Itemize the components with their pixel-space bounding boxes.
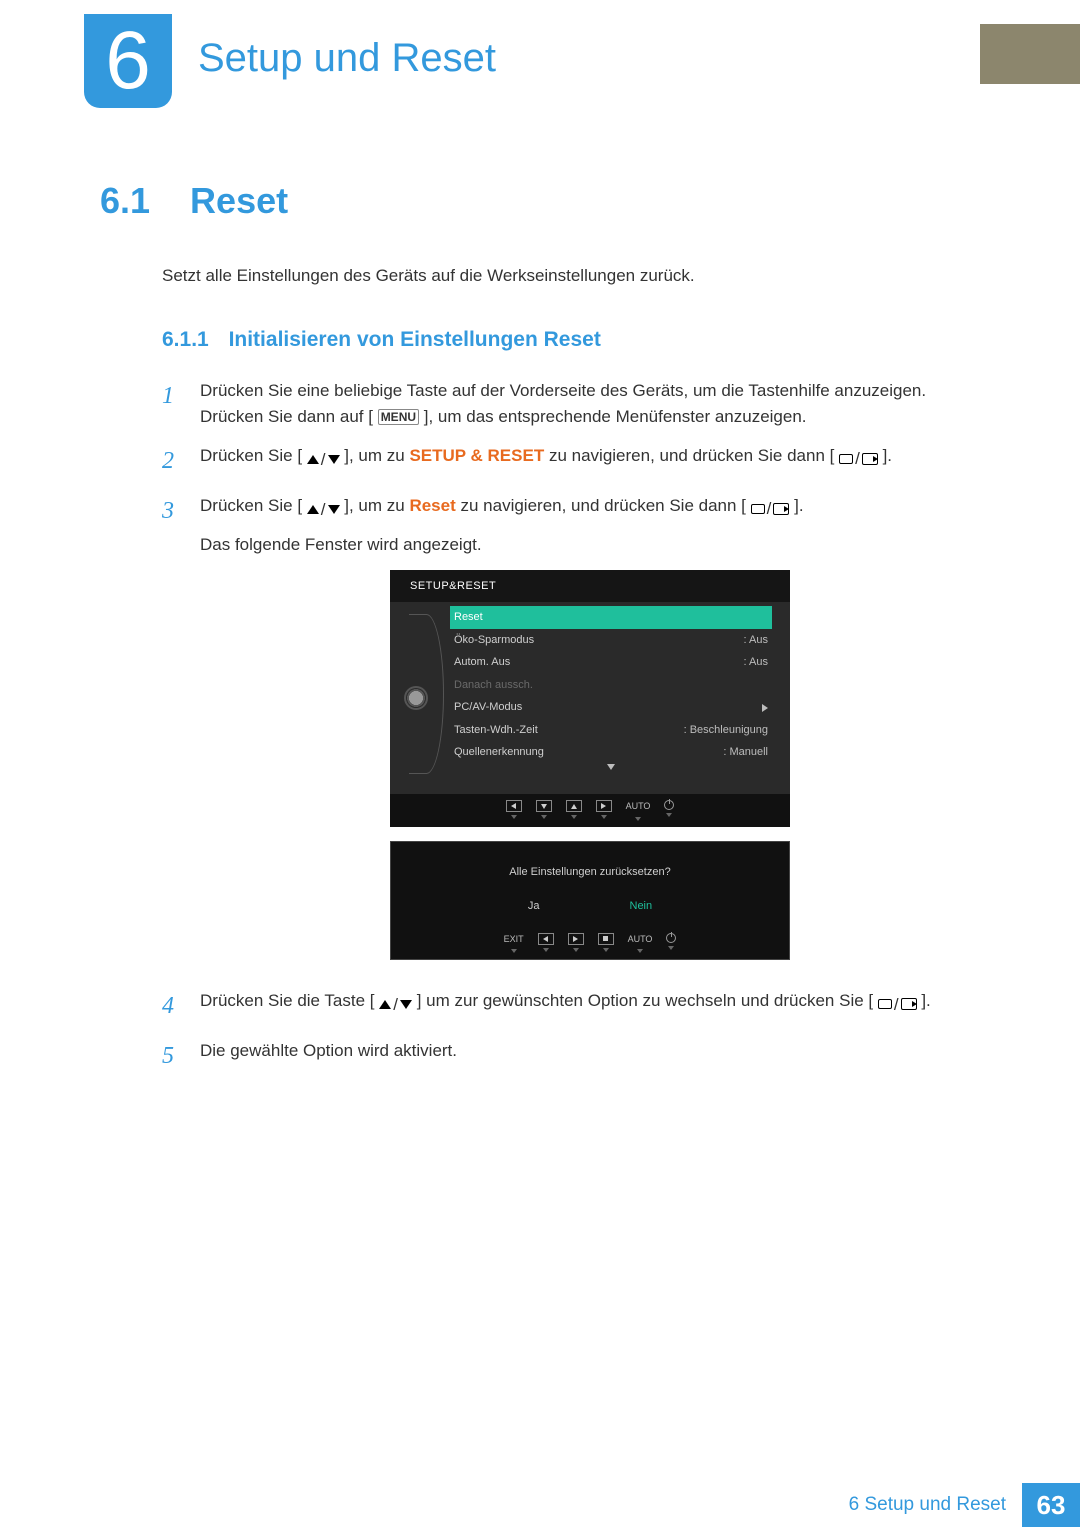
arrow-right-icon — [762, 704, 768, 712]
up-down-icon: / — [307, 447, 340, 473]
step-3: 3 Drücken Sie [ / ], um zu Reset zu navi… — [162, 493, 980, 974]
step-number: 3 — [162, 493, 180, 974]
osd-sidebar — [390, 602, 442, 794]
section-number: 6.1 — [100, 180, 150, 222]
up-down-icon: / — [379, 992, 412, 1018]
power-icon — [664, 800, 674, 810]
osd-button-bar: EXIT AUTO — [391, 927, 789, 960]
osd-hint-exit: EXIT — [504, 933, 524, 954]
step-text: ]. — [794, 496, 803, 515]
step-4: 4 Drücken Sie die Taste [ / ] um zur gew… — [162, 988, 980, 1024]
step-text: ]. — [883, 446, 892, 465]
source-enter-icon: / — [751, 496, 790, 522]
step-body: Drücken Sie [ / ], um zu Reset zu navigi… — [200, 493, 980, 974]
osd-hint-up — [566, 800, 582, 821]
step-body: Die gewählte Option wird aktiviert. — [200, 1038, 980, 1074]
section-intro: Setzt alle Einstellungen des Geräts auf … — [162, 266, 980, 286]
osd-confirm-question: Alle Einstellungen zurücksetzen? — [391, 864, 789, 881]
chapter-title: Setup und Reset — [198, 36, 496, 81]
step-text: Die gewählte Option wird aktiviert. — [200, 1041, 457, 1060]
osd-hint-power — [664, 800, 674, 821]
osd-hint-auto: AUTO — [626, 800, 651, 821]
steps-list: 1 Drücken Sie eine beliebige Taste auf d… — [162, 378, 980, 1074]
step-number: 2 — [162, 443, 180, 479]
chapter-number: 6 — [105, 20, 151, 102]
osd-screenshots: SETUP&RESET Reset Öko-SparmodusAus Autom… — [200, 570, 980, 961]
osd-hint-right — [596, 800, 612, 821]
highlight-text: Reset — [409, 496, 455, 515]
step-text: Drücken Sie eine beliebige Taste auf der… — [200, 381, 926, 400]
step-text: Das folgende Fenster wird angezeigt. — [200, 535, 482, 554]
osd-row-source-detect: QuellenerkennungManuell — [450, 741, 772, 764]
osd-hint-left — [538, 933, 554, 954]
section-heading: 6.1 Reset — [100, 180, 980, 222]
subsection-heading: 6.1.1 Initialisieren von Einstellungen R… — [162, 328, 980, 352]
osd-row-after-off: Danach aussch. — [450, 674, 772, 697]
step-1: 1 Drücken Sie eine beliebige Taste auf d… — [162, 378, 980, 429]
osd-confirm-dialog: Alle Einstellungen zurücksetzen? Ja Nein… — [390, 841, 790, 961]
osd-menu-setup-reset: SETUP&RESET Reset Öko-SparmodusAus Autom… — [390, 570, 790, 827]
step-text: ] um zur gewünschten Option zu wechseln … — [417, 991, 873, 1010]
highlight-text: SETUP & RESET — [409, 446, 544, 465]
osd-menu-list: Reset Öko-SparmodusAus Autom. AusAus Dan… — [442, 602, 790, 794]
osd-button-bar: AUTO — [390, 794, 790, 827]
step-number: 1 — [162, 378, 180, 429]
step-body: Drücken Sie eine beliebige Taste auf der… — [200, 378, 980, 429]
page-footer: 6 Setup und Reset 63 — [0, 1483, 1080, 1527]
osd-hint-ok — [598, 933, 614, 954]
up-down-icon: / — [307, 497, 340, 523]
osd-hint-down — [536, 800, 552, 821]
footer-page-number: 63 — [1022, 1483, 1080, 1527]
source-enter-icon: / — [839, 446, 878, 472]
gear-icon — [406, 688, 426, 708]
osd-confirm-yes: Ja — [528, 898, 540, 915]
step-5: 5 Die gewählte Option wird aktiviert. — [162, 1038, 980, 1074]
osd-title: SETUP&RESET — [390, 570, 790, 603]
osd-hint-power — [666, 933, 676, 954]
osd-row-auto-off: Autom. AusAus — [450, 651, 772, 674]
step-body: Drücken Sie [ / ], um zu SETUP & RESET z… — [200, 443, 980, 479]
step-text: ], um zu — [344, 446, 409, 465]
step-text: Drücken Sie [ — [200, 446, 302, 465]
osd-row-pcav: PC/AV-Modus — [450, 696, 772, 719]
osd-hint-right — [568, 933, 584, 954]
step-text: zu navigieren, und drücken Sie dann [ — [460, 496, 745, 515]
osd-hint-auto: AUTO — [628, 933, 653, 954]
step-text: ], um das entsprechende Menüfenster anzu… — [424, 407, 807, 426]
osd-confirm-no: Nein — [630, 898, 653, 915]
step-text: Drücken Sie dann auf [ — [200, 407, 373, 426]
step-number: 5 — [162, 1038, 180, 1074]
step-text: Drücken Sie [ — [200, 496, 302, 515]
step-text: ]. — [921, 991, 930, 1010]
step-text: zu navigieren, und drücken Sie dann [ — [549, 446, 834, 465]
footer-chapter-label: 6 Setup und Reset — [849, 1483, 1022, 1527]
subsection-title: Initialisieren von Einstellungen Reset — [229, 328, 601, 351]
osd-row-keyrepeat: Tasten-Wdh.-ZeitBeschleunigung — [450, 719, 772, 742]
chapter-badge: 6 — [84, 14, 172, 108]
source-enter-icon: / — [878, 992, 917, 1018]
step-text: ], um zu — [344, 496, 409, 515]
step-text: Drücken Sie die Taste [ — [200, 991, 375, 1010]
subsection-number: 6.1.1 — [162, 328, 209, 351]
step-2: 2 Drücken Sie [ / ], um zu SETUP & RESET… — [162, 443, 980, 479]
step-number: 4 — [162, 988, 180, 1024]
step-body: Drücken Sie die Taste [ / ] um zur gewün… — [200, 988, 980, 1024]
header-accent — [980, 24, 1080, 84]
menu-icon: MENU — [378, 409, 419, 425]
arrow-down-icon — [607, 764, 615, 782]
power-icon — [666, 933, 676, 943]
section-title: Reset — [190, 180, 288, 222]
osd-hint-left — [506, 800, 522, 821]
osd-row-reset: Reset — [450, 606, 772, 629]
page-content: 6.1 Reset Setzt alle Einstellungen des G… — [100, 180, 980, 1088]
osd-row-eco: Öko-SparmodusAus — [450, 629, 772, 652]
